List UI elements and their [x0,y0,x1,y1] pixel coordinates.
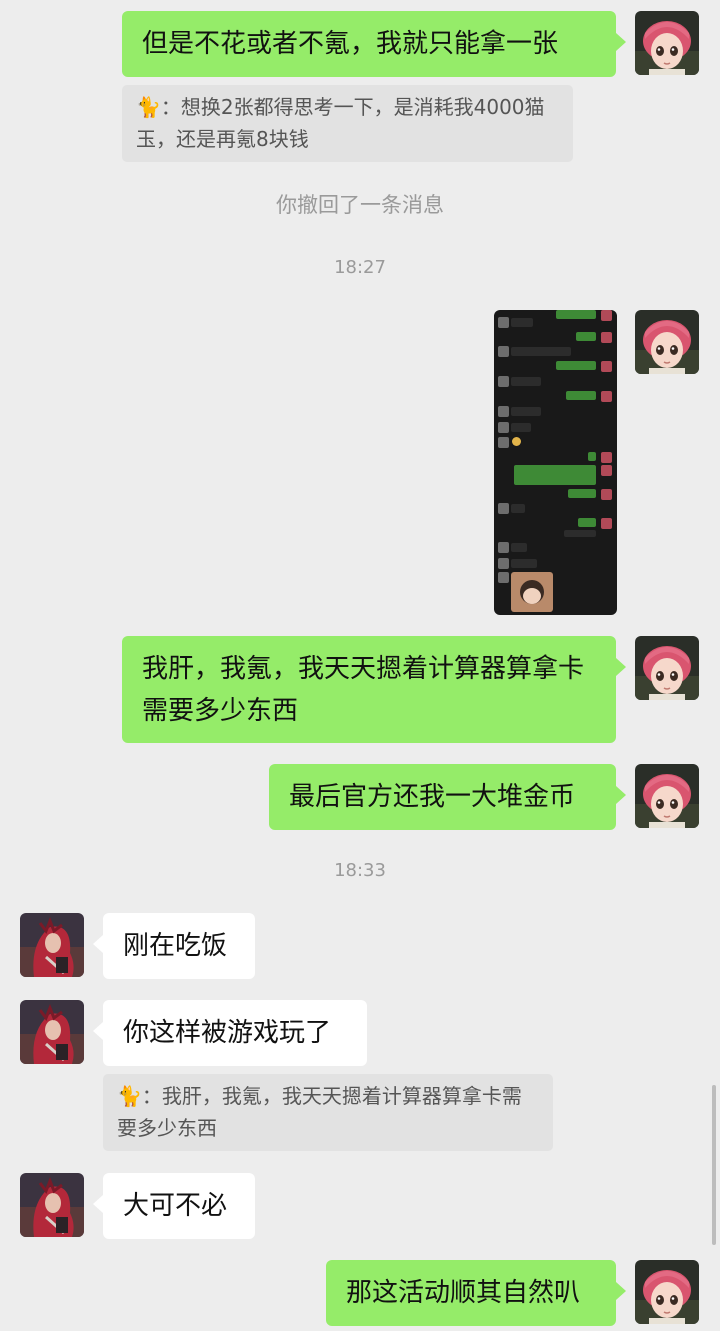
message-text: 但是不花或者不氪，我就只能拿一张 [142,29,559,59]
message-bubble[interactable]: 大可不必 [93,1173,255,1239]
message-bubble[interactable]: 但是不花或者不氪，我就只能拿一张 [122,11,626,77]
friend-avatar[interactable] [20,1173,84,1237]
self-avatar[interactable] [635,1260,699,1324]
self-avatar[interactable] [635,764,699,828]
message-text: 你这样被游戏玩了 [123,1018,332,1048]
scrollbar[interactable] [712,1085,716,1245]
red-hair-character-icon [20,913,84,977]
message-text: 我肝，我氪，我天天摁着计算器算拿卡需要多少东西 [142,654,585,726]
doll-avatar-icon [635,310,699,374]
message-text: 大可不必 [123,1191,228,1221]
self-avatar[interactable] [635,11,699,75]
doll-avatar-icon [635,1260,699,1324]
doll-avatar-icon [635,11,699,75]
recall-notice: 你撤回了一条消息 [276,193,444,217]
quoted-message[interactable]: 🐈：想换2张都得思考一下，是消耗我4000猫玉，还是再氪8块钱 [122,85,573,162]
doll-avatar-icon [635,636,699,700]
friend-avatar[interactable] [20,913,84,977]
quote-text: 🐈：想换2张都得思考一下，是消耗我4000猫玉，还是再氪8块钱 [136,95,545,151]
quoted-message[interactable]: 🐈：我肝，我氪，我天天摁着计算器算拿卡需要多少东西 [103,1074,553,1151]
red-hair-character-icon [20,1000,84,1064]
quote-text: 🐈：我肝，我氪，我天天摁着计算器算拿卡需要多少东西 [117,1084,522,1140]
message-bubble[interactable]: 刚在吃饭 [93,913,255,979]
message-bubble[interactable]: 最后官方还我一大堆金币 [269,764,626,830]
friend-avatar[interactable] [20,1000,84,1064]
shared-image[interactable] [494,310,617,615]
doll-avatar-icon [635,764,699,828]
self-avatar[interactable] [635,636,699,700]
message-text: 刚在吃饭 [123,931,228,961]
message-text: 最后官方还我一大堆金币 [289,782,576,812]
message-bubble[interactable]: 你这样被游戏玩了 [93,1000,367,1066]
message-bubble[interactable]: 我肝，我氪，我天天摁着计算器算拿卡需要多少东西 [122,636,626,743]
red-hair-character-icon [20,1173,84,1237]
timestamp: 18:27 [334,257,386,278]
timestamp: 18:33 [334,860,386,881]
self-avatar[interactable] [635,310,699,374]
message-bubble[interactable]: 那这活动顺其自然叭 [326,1260,626,1326]
message-text: 那这活动顺其自然叭 [346,1278,581,1308]
